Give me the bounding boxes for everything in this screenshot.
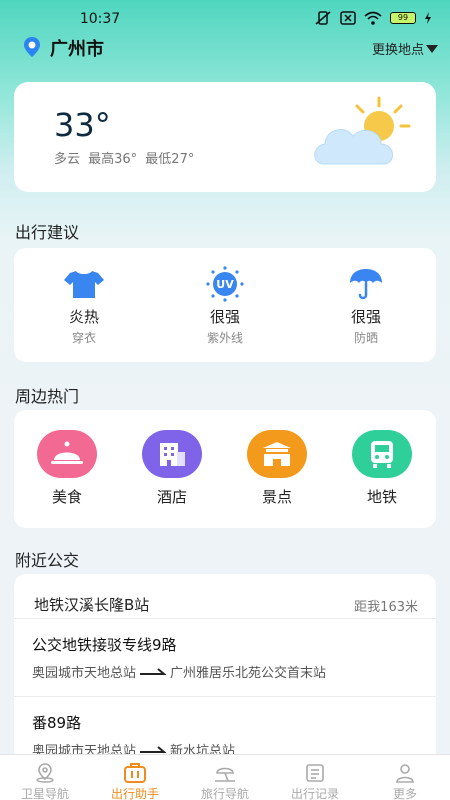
city-name: 广州市 — [50, 39, 104, 60]
umbrella-icon — [350, 269, 382, 300]
advice-item-uv[interactable]: UV 很强 紫外线 — [155, 266, 295, 346]
advice-item-sunscreen[interactable]: 很强 防晒 — [296, 266, 436, 346]
hot-item-hotel[interactable]: 酒店 — [122, 430, 222, 507]
temperature: 33° — [54, 106, 111, 144]
arrow-right-icon — [140, 667, 167, 675]
charging-icon — [425, 12, 431, 24]
caret-down-icon — [426, 44, 438, 53]
advice-label: 防晒 — [353, 331, 378, 345]
route-to: 广州雅居乐北苑公交首末站 — [170, 666, 327, 681]
bus-station-distance: 距我163米 — [354, 600, 418, 615]
nearby-bus-title: 附近公交 — [15, 551, 80, 570]
route-name: 番89路 — [32, 714, 82, 732]
hotel-icon — [142, 430, 202, 478]
satellite-nav-icon — [36, 763, 54, 783]
hot-label: 地铁 — [366, 488, 397, 506]
tab-satellite-nav[interactable]: 卫星导航 — [0, 755, 90, 800]
battery-icon: 99 — [390, 12, 416, 24]
advice-value: 很强 — [350, 308, 381, 326]
route-stops: 奥园城市天地总站 广州雅居乐北苑公交首末站 — [32, 662, 326, 681]
change-location-label: 更换地点 — [371, 43, 424, 58]
vibrate-off-icon — [315, 11, 331, 25]
tab-label: 出行记录 — [290, 787, 339, 800]
tab-travel-records[interactable]: 出行记录 — [270, 755, 360, 800]
hot-item-food[interactable]: 美食 — [17, 430, 117, 507]
location-bar: 广州市 更换地点 — [0, 34, 450, 60]
advice-value: 很强 — [209, 308, 240, 326]
advice-item-clothing[interactable]: 炎热 穿衣 — [14, 266, 154, 346]
metro-icon — [352, 430, 412, 478]
partly-cloudy-icon — [314, 96, 411, 165]
travel-advice-title: 出行建议 — [15, 223, 80, 242]
tab-label: 出行助手 — [110, 787, 159, 800]
uv-icon: UV — [206, 266, 244, 302]
location-pin-icon — [24, 37, 40, 57]
weather-card[interactable]: 33° 多云 最高36° 最低27° — [14, 82, 436, 192]
route-from: 奥园城市天地总站 — [32, 666, 137, 681]
bus-station-name[interactable]: 地铁汉溪长隆B站 — [34, 594, 149, 615]
hot-label: 酒店 — [156, 488, 187, 506]
record-icon — [306, 764, 324, 782]
status-icons: 99 — [314, 11, 432, 25]
no-sim-icon — [340, 11, 356, 25]
nearby-bus-card: 地铁汉溪长隆B站 距我163米 公交地铁接驳专线9路 奥园城市天地总站 广州雅居… — [14, 574, 436, 764]
travel-advice-card: 炎热 穿衣 UV 很强 紫外线 很强 防晒 — [14, 248, 436, 362]
travel-icon — [215, 767, 235, 782]
hot-item-metro[interactable]: 地铁 — [332, 430, 432, 507]
profile-icon — [396, 764, 414, 783]
nearby-hot-card: 美食 酒店 景点 地铁 — [14, 410, 436, 528]
advice-label: 穿衣 — [71, 331, 96, 345]
tshirt-icon — [64, 271, 104, 298]
tab-travel-nav[interactable]: 旅行导航 — [180, 755, 270, 800]
status-time: 10:37 — [79, 11, 121, 27]
change-location-button[interactable]: 更换地点 — [372, 39, 438, 58]
hot-label: 景点 — [261, 488, 292, 506]
tab-label: 旅行导航 — [200, 787, 249, 800]
nearby-hot-title: 周边热门 — [15, 387, 80, 406]
attraction-gate-icon — [247, 430, 307, 478]
route-name: 公交地铁接驳专线9路 — [32, 636, 177, 654]
divider — [14, 618, 436, 619]
hot-label: 美食 — [51, 488, 82, 506]
status-bar: 10:37 99 — [0, 0, 450, 36]
hot-item-attraction[interactable]: 景点 — [227, 430, 327, 507]
food-cloche-icon — [37, 430, 97, 478]
advice-label: 紫外线 — [206, 331, 243, 345]
advice-value: 炎热 — [68, 308, 99, 326]
wifi-icon — [364, 11, 382, 25]
divider — [14, 696, 436, 697]
tab-more[interactable]: 更多 — [360, 755, 450, 800]
svg-text:UV: UV — [216, 278, 234, 291]
suitcase-icon — [124, 763, 146, 783]
tab-travel-assistant[interactable]: 出行助手 — [90, 755, 180, 800]
bottom-tab-bar: 卫星导航 出行助手 旅行导航 出行记录 更多 — [0, 754, 450, 800]
weather-description: 多云 最高36° 最低27° — [54, 152, 195, 167]
tab-label: 卫星导航 — [20, 787, 69, 800]
arrow-right-icon — [140, 745, 167, 753]
tab-label: 更多 — [392, 787, 417, 800]
